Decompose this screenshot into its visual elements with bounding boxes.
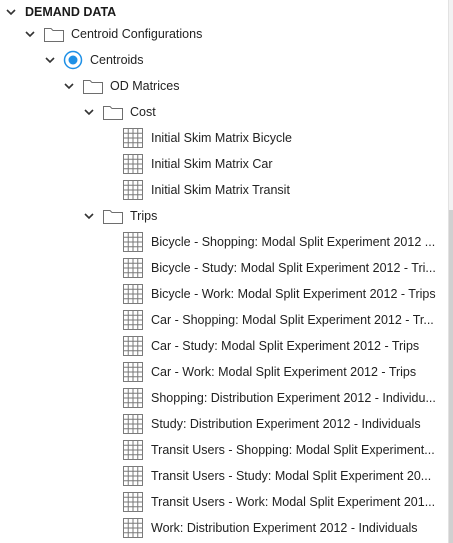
tree-leaf-label: Car - Study: Modal Split Experiment 2012… [151,339,420,353]
tree-leaf-matrix[interactable]: Initial Skim Matrix Bicycle [0,125,453,151]
tree-node-label: DEMAND DATA [25,5,117,19]
tree-leaf-label: Car - Shopping: Modal Split Experiment 2… [151,313,434,327]
grid-matrix-icon [122,179,144,201]
folder-icon [82,77,104,95]
tree-leaf-matrix[interactable]: Initial Skim Matrix Car [0,151,453,177]
tree-leaf-label: Bicycle - Study: Modal Split Experiment … [151,261,436,275]
tree-leaf-label: Initial Skim Matrix Bicycle [151,131,292,145]
chevron-down-icon[interactable] [82,209,96,223]
tree-leaf-label: Transit Users - Study: Modal Split Exper… [151,469,432,483]
tree-leaf-matrix[interactable]: Car - Study: Modal Split Experiment 2012… [0,333,453,359]
grid-matrix-icon [122,335,144,357]
demand-data-tree: DEMAND DATA Centroid Configurations Cent… [0,0,453,543]
chevron-down-icon[interactable] [23,27,37,41]
tree-leaf-matrix[interactable]: Bicycle - Work: Modal Split Experiment 2… [0,281,453,307]
folder-icon [102,207,124,225]
chevron-down-icon[interactable] [82,105,96,119]
tree-leaf-label: Work: Distribution Experiment 2012 - Ind… [151,521,418,535]
tree-leaf-matrix[interactable]: Initial Skim Matrix Transit [0,177,453,203]
tree-node-label: Centroids [90,53,144,67]
grid-matrix-icon [122,387,144,409]
tree-node-label: Centroid Configurations [71,27,203,41]
tree-node-centroids[interactable]: Centroids [0,47,453,73]
grid-matrix-icon [122,465,144,487]
tree-node-od-matrices[interactable]: OD Matrices [0,73,453,99]
tree-node-label: Cost [130,105,156,119]
tree-leaf-matrix[interactable]: Transit Users - Work: Modal Split Experi… [0,489,453,515]
folder-icon [102,103,124,121]
tree-leaf-matrix[interactable]: Study: Distribution Experiment 2012 - In… [0,411,453,437]
tree-node-trips[interactable]: Trips [0,203,453,229]
tree-leaf-matrix[interactable]: Transit Users - Shopping: Modal Split Ex… [0,437,453,463]
chevron-down-icon[interactable] [43,53,57,67]
grid-matrix-icon [122,127,144,149]
tree-leaf-matrix[interactable]: Bicycle - Study: Modal Split Experiment … [0,255,453,281]
tree-leaf-matrix[interactable]: Bicycle - Shopping: Modal Split Experime… [0,229,453,255]
tree-leaf-label: Car - Work: Modal Split Experiment 2012 … [151,365,417,379]
tree-leaf-matrix[interactable]: Work: Distribution Experiment 2012 - Ind… [0,515,453,541]
tree-leaf-label: Bicycle - Shopping: Modal Split Experime… [151,235,436,249]
tree-leaf-label: Study: Distribution Experiment 2012 - In… [151,417,421,431]
radio-dot-icon [63,50,83,70]
tree-leaf-label: Initial Skim Matrix Transit [151,183,290,197]
tree-leaf-matrix[interactable]: Car - Work: Modal Split Experiment 2012 … [0,359,453,385]
grid-matrix-icon [122,413,144,435]
grid-matrix-icon [122,231,144,253]
grid-matrix-icon [122,439,144,461]
tree-leaf-label: Initial Skim Matrix Car [151,157,273,171]
tree-leaf-matrix[interactable]: Shopping: Distribution Experiment 2012 -… [0,385,453,411]
grid-matrix-icon [122,491,144,513]
chevron-down-icon[interactable] [4,5,18,19]
tree-node-cost[interactable]: Cost [0,99,453,125]
vertical-scrollbar-thumb[interactable] [449,210,453,543]
tree-leaf-label: Transit Users - Shopping: Modal Split Ex… [151,443,435,457]
grid-matrix-icon [122,283,144,305]
tree-node-centroid-configurations[interactable]: Centroid Configurations [0,21,453,47]
grid-matrix-icon [122,257,144,279]
tree-node-label: OD Matrices [110,79,180,93]
tree-leaf-label: Transit Users - Work: Modal Split Experi… [151,495,436,509]
tree-leaf-matrix[interactable]: Transit Users - Study: Modal Split Exper… [0,463,453,489]
tree-leaf-matrix[interactable]: Car - Shopping: Modal Split Experiment 2… [0,307,453,333]
chevron-down-icon[interactable] [62,79,76,93]
tree-leaf-label: Bicycle - Work: Modal Split Experiment 2… [151,287,436,301]
grid-matrix-icon [122,153,144,175]
grid-matrix-icon [122,517,144,539]
grid-matrix-icon [122,361,144,383]
grid-matrix-icon [122,309,144,331]
folder-icon [43,25,65,43]
tree-leaf-label: Shopping: Distribution Experiment 2012 -… [151,391,436,405]
tree-node-label: Trips [130,209,158,223]
